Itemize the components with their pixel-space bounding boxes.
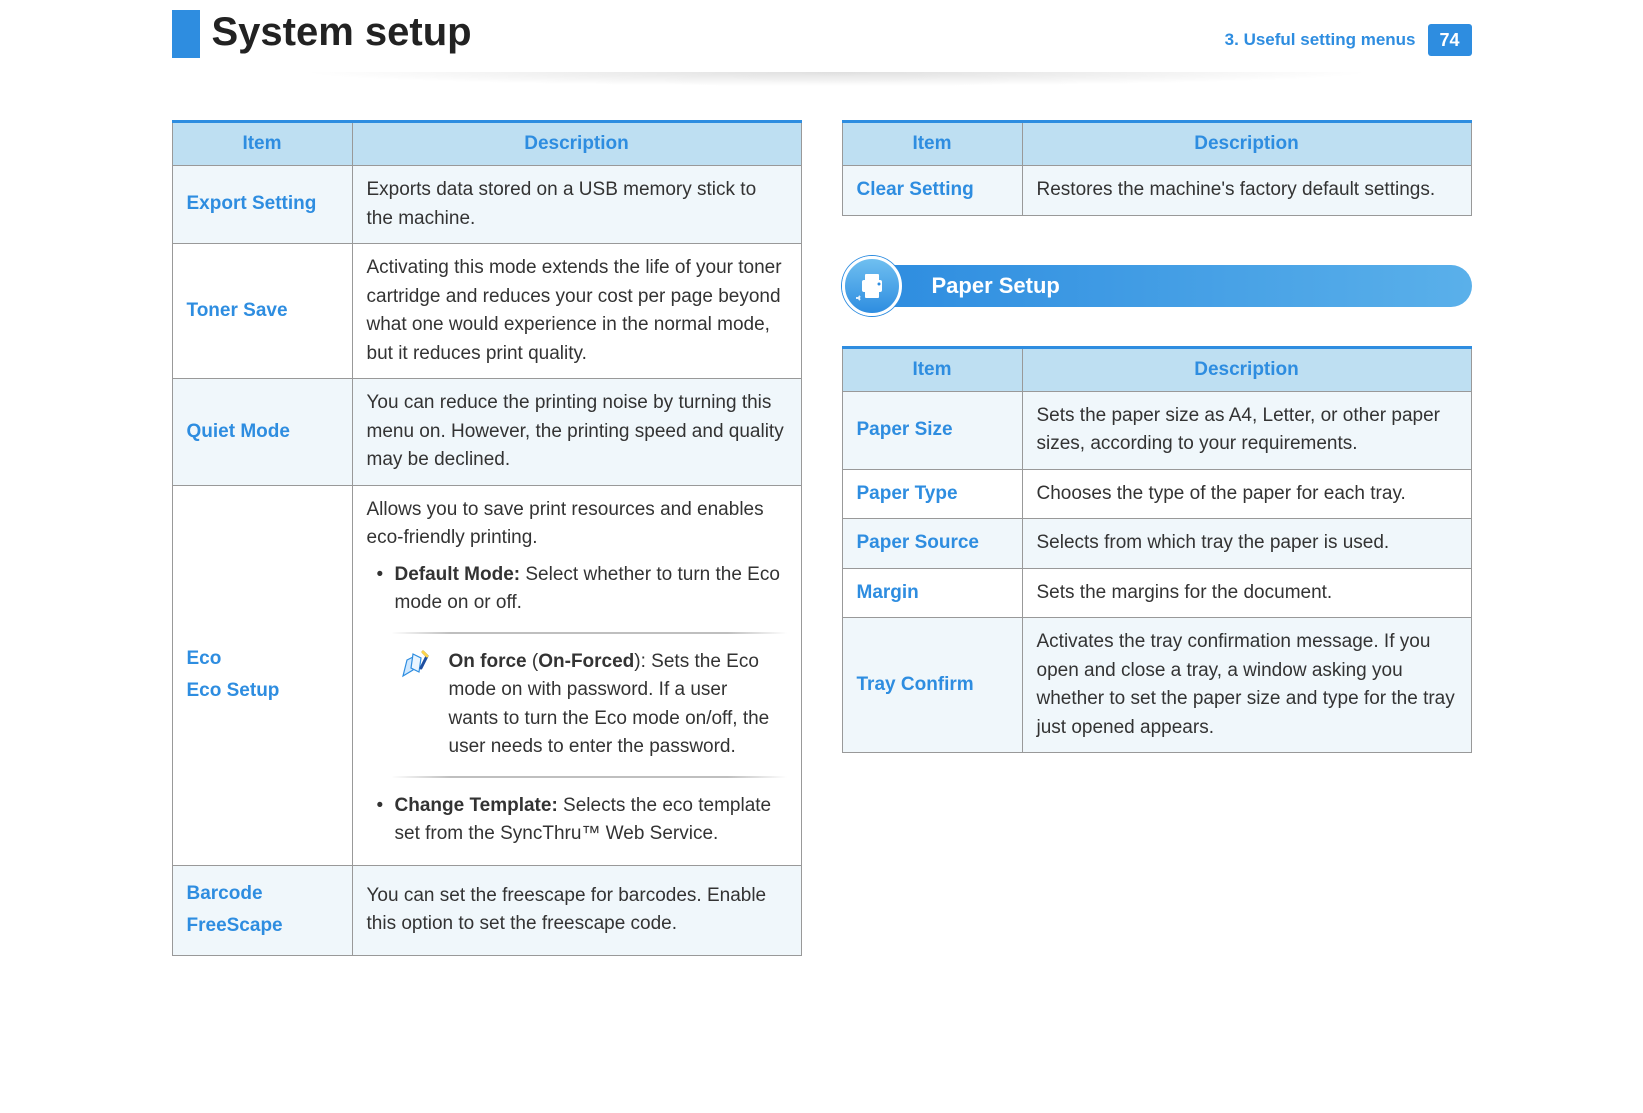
note-paren: ( [527, 651, 539, 672]
item-description: Sets the paper size as A4, Letter, or ot… [1022, 391, 1471, 469]
settings-table-right-2: Item Description Paper Size Sets the pap… [842, 346, 1472, 754]
header-accent-bar [172, 10, 200, 58]
item-description: Exports data stored on a USB memory stic… [352, 166, 801, 244]
item-description: You can set the freescape for barcodes. … [352, 865, 801, 955]
item-description: Chooses the type of the paper for each t… [1022, 469, 1471, 519]
note-bold-2: On-Forced [538, 651, 634, 672]
item-description: Selects from which tray the paper is use… [1022, 519, 1471, 569]
table-row: Tray Confirm Activates the tray confirma… [842, 618, 1471, 753]
eco-bullet-default-mode: Default Mode: Select whether to turn the… [377, 561, 787, 618]
right-column: Item Description Clear Setting Restores … [842, 120, 1472, 956]
item-description: Restores the machine's factory default s… [1022, 166, 1471, 216]
eco-label-1: Eco [187, 645, 338, 674]
page-title: System setup [212, 10, 472, 55]
header-shadow [202, 72, 1472, 92]
col-header-item: Item [172, 122, 352, 166]
item-description: Activating this mode extends the life of… [352, 244, 801, 379]
eco-intro: Allows you to save print resources and e… [367, 496, 787, 553]
bullet-bold: Change Template: [395, 795, 558, 816]
item-label: Quiet Mode [172, 379, 352, 486]
item-label: Clear Setting [842, 166, 1022, 216]
barcode-label-2: FreeScape [187, 912, 338, 941]
table-row: Paper Source Selects from which tray the… [842, 519, 1471, 569]
table-row: Export Setting Exports data stored on a … [172, 166, 801, 244]
note-divider-bottom [391, 776, 787, 778]
left-column: Item Description Export Setting Exports … [172, 120, 802, 956]
col-header-description: Description [1022, 122, 1471, 166]
col-header-item: Item [842, 122, 1022, 166]
bullet-bold: Default Mode: [395, 564, 521, 585]
item-description-eco: Allows you to save print resources and e… [352, 485, 801, 865]
settings-table-right-1: Item Description Clear Setting Restores … [842, 120, 1472, 216]
page-header: System setup 3. Useful setting menus 74 [172, 10, 1472, 80]
barcode-label-1: Barcode [187, 880, 338, 909]
item-description: You can reduce the printing noise by tur… [352, 379, 801, 486]
note-icon [399, 650, 435, 692]
item-label: Margin [842, 568, 1022, 618]
item-label-barcode: Barcode FreeScape [172, 865, 352, 955]
table-row: Toner Save Activating this mode extends … [172, 244, 801, 379]
table-row: Eco Eco Setup Allows you to save print r… [172, 485, 801, 865]
section-heading-paper-setup: Paper Setup [842, 256, 1472, 316]
note-bold-1: On force [449, 651, 527, 672]
item-description: Sets the margins for the document. [1022, 568, 1471, 618]
item-label: Toner Save [172, 244, 352, 379]
item-label: Paper Source [842, 519, 1022, 569]
table-row: Paper Type Chooses the type of the paper… [842, 469, 1471, 519]
page-number: 74 [1428, 24, 1472, 56]
table-row: Paper Size Sets the paper size as A4, Le… [842, 391, 1471, 469]
table-row: Barcode FreeScape You can set the freesc… [172, 865, 801, 955]
item-label: Tray Confirm [842, 618, 1022, 753]
eco-bullet-change-template: Change Template: Selects the eco templat… [377, 792, 787, 849]
printer-icon [842, 256, 902, 316]
item-label-eco: Eco Eco Setup [172, 485, 352, 865]
col-header-description: Description [352, 122, 801, 166]
item-label: Export Setting [172, 166, 352, 244]
settings-table-left: Item Description Export Setting Exports … [172, 120, 802, 956]
item-label: Paper Size [842, 391, 1022, 469]
col-header-description: Description [1022, 347, 1471, 391]
table-row: Margin Sets the margins for the document… [842, 568, 1471, 618]
table-row: Clear Setting Restores the machine's fac… [842, 166, 1471, 216]
item-label: Paper Type [842, 469, 1022, 519]
note-box: On force (On-Forced): Sets the Eco mode … [391, 632, 787, 778]
chapter-label: 3. Useful setting menus [1225, 30, 1416, 50]
col-header-item: Item [842, 347, 1022, 391]
section-title: Paper Setup [882, 265, 1472, 307]
table-row: Quiet Mode You can reduce the printing n… [172, 379, 801, 486]
note-text: On force (On-Forced): Sets the Eco mode … [449, 648, 779, 762]
item-description: Activates the tray confirmation message.… [1022, 618, 1471, 753]
eco-label-2: Eco Setup [187, 677, 338, 706]
